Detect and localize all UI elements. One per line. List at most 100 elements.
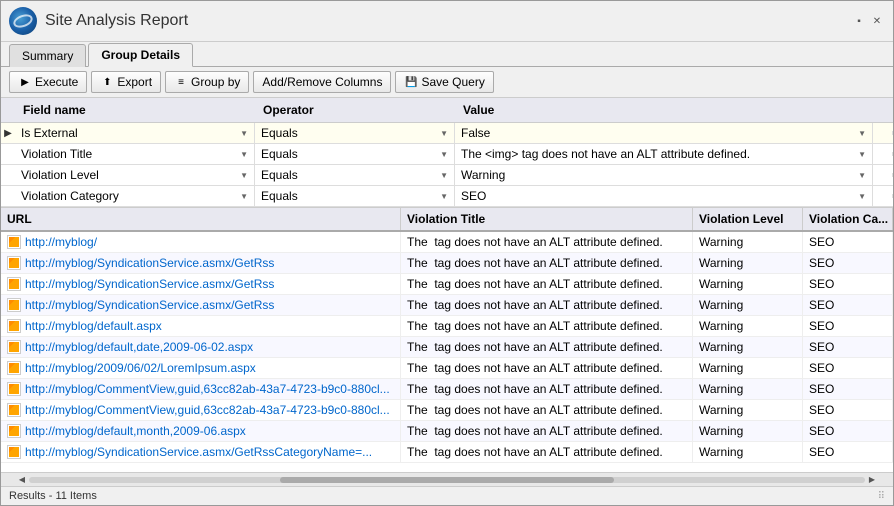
url-cell[interactable]: http://myblog/CommentView,guid,63cc82ab-…: [1, 400, 401, 420]
scroll-left-button[interactable]: ◀: [15, 473, 29, 487]
filter-operator-dropdown-0[interactable]: Equals ▼: [259, 125, 450, 141]
table-row[interactable]: http://myblog/default.aspx The tag does …: [1, 316, 893, 337]
url-icon: [7, 235, 21, 249]
table-row[interactable]: http://myblog/default,date,2009-06-02.as…: [1, 337, 893, 358]
url-link[interactable]: http://myblog/CommentView,guid,63cc82ab-…: [25, 382, 390, 396]
filter-value-dropdown-1[interactable]: The <img> tag does not have an ALT attri…: [459, 146, 868, 162]
filter-col-operator: Operator: [259, 101, 459, 119]
url-cell[interactable]: http://myblog/default,month,2009-06.aspx: [1, 421, 401, 441]
url-icon: [7, 361, 21, 375]
table-row[interactable]: http://myblog/CommentView,guid,63cc82ab-…: [1, 379, 893, 400]
close-button[interactable]: ✕: [869, 13, 885, 29]
results-col-category: Violation Ca...: [803, 208, 893, 230]
url-link[interactable]: http://myblog/SyndicationService.asmx/Ge…: [25, 256, 274, 270]
filter-operator-3[interactable]: Equals ▼: [255, 186, 455, 206]
filter-operator-dropdown-3[interactable]: Equals ▼: [259, 188, 450, 204]
horizontal-scrollbar[interactable]: ◀ ▶: [1, 472, 893, 486]
window-title: Site Analysis Report: [45, 12, 188, 30]
filter-field-dropdown-1[interactable]: Violation Title ▼: [19, 146, 250, 162]
violation-level-cell: Warning: [693, 400, 803, 420]
violation-category-cell: SEO: [803, 400, 893, 420]
url-icon: [7, 298, 21, 312]
url-link[interactable]: http://myblog/: [25, 235, 97, 249]
filter-field-3[interactable]: Violation Category ▼: [15, 186, 255, 206]
filter-field-1[interactable]: Violation Title ▼: [15, 144, 255, 164]
url-link[interactable]: http://myblog/SyndicationService.asmx/Ge…: [25, 277, 274, 291]
url-icon: [7, 319, 21, 333]
url-cell[interactable]: http://myblog/SyndicationService.asmx/Ge…: [1, 253, 401, 273]
violation-title-cell: The tag does not have an ALT attribute d…: [401, 253, 693, 273]
dropdown-arrow-icon: ▼: [240, 129, 248, 138]
tab-summary[interactable]: Summary: [9, 44, 86, 67]
table-row[interactable]: http://myblog/2009/06/02/LoremIpsum.aspx…: [1, 358, 893, 379]
table-row[interactable]: http://myblog/SyndicationService.asmx/Ge…: [1, 442, 893, 463]
filter-value-dropdown-3[interactable]: SEO ▼: [459, 188, 868, 204]
filter-value-dropdown-2[interactable]: Warning ▼: [459, 167, 868, 183]
filter-value-0[interactable]: False ▼: [455, 123, 873, 143]
filter-operator-0[interactable]: Equals ▼: [255, 123, 455, 143]
save-query-button[interactable]: 💾 Save Query: [395, 71, 493, 93]
url-cell[interactable]: http://myblog/default,date,2009-06-02.as…: [1, 337, 401, 357]
dropdown-arrow-icon: ▼: [858, 150, 866, 159]
window-controls: ▪ ✕: [851, 13, 885, 29]
resize-handle[interactable]: ⠿: [878, 491, 885, 502]
scroll-right-button[interactable]: ▶: [865, 473, 879, 487]
filter-field-dropdown-0[interactable]: Is External ▼: [19, 125, 250, 141]
table-row[interactable]: http://myblog/SyndicationService.asmx/Ge…: [1, 253, 893, 274]
table-row[interactable]: http://myblog/default,month,2009-06.aspx…: [1, 421, 893, 442]
scrollbar-track[interactable]: [29, 477, 865, 483]
tab-group-details[interactable]: Group Details: [88, 43, 193, 67]
violation-level-cell: Warning: [693, 337, 803, 357]
add-remove-columns-button[interactable]: Add/Remove Columns: [253, 71, 391, 93]
url-cell[interactable]: http://myblog/default.aspx: [1, 316, 401, 336]
filter-operator-dropdown-1[interactable]: Equals ▼: [259, 146, 450, 162]
url-cell[interactable]: http://myblog/SyndicationService.asmx/Ge…: [1, 442, 401, 462]
url-cell[interactable]: http://myblog/CommentView,guid,63cc82ab-…: [1, 379, 401, 399]
filter-operator-dropdown-2[interactable]: Equals ▼: [259, 167, 450, 183]
dropdown-arrow-icon: ▼: [240, 150, 248, 159]
export-button[interactable]: ⬆ Export: [91, 71, 161, 93]
filter-operator-1[interactable]: Equals ▼: [255, 144, 455, 164]
filter-field-dropdown-2[interactable]: Violation Level ▼: [19, 167, 250, 183]
results-table-body[interactable]: http://myblog/ The tag does not have an …: [1, 232, 893, 472]
url-link[interactable]: http://myblog/SyndicationService.asmx/Ge…: [25, 445, 372, 459]
violation-category-cell: SEO: [803, 421, 893, 441]
filter-field-0[interactable]: Is External ▼: [15, 123, 255, 143]
filter-operator-2[interactable]: Equals ▼: [255, 165, 455, 185]
filter-field-dropdown-3[interactable]: Violation Category ▼: [19, 188, 250, 204]
url-cell[interactable]: http://myblog/: [1, 232, 401, 252]
filter-value-3[interactable]: SEO ▼: [455, 186, 873, 206]
url-cell[interactable]: http://myblog/2009/06/02/LoremIpsum.aspx: [1, 358, 401, 378]
url-link[interactable]: http://myblog/2009/06/02/LoremIpsum.aspx: [25, 361, 256, 375]
url-link[interactable]: http://myblog/default.aspx: [25, 319, 162, 333]
url-cell[interactable]: http://myblog/SyndicationService.asmx/Ge…: [1, 274, 401, 294]
group-by-button[interactable]: ≡ Group by: [165, 71, 249, 93]
results-col-url: URL: [1, 208, 401, 230]
violation-category-cell: SEO: [803, 295, 893, 315]
page-icon: [9, 426, 19, 436]
url-link[interactable]: http://myblog/default,month,2009-06.aspx: [25, 424, 246, 438]
pin-button[interactable]: ▪: [851, 13, 867, 29]
filter-scroll-3: [873, 194, 893, 198]
filter-value-dropdown-0[interactable]: False ▼: [459, 125, 868, 141]
violation-title-cell: The tag does not have an ALT attribute d…: [401, 316, 693, 336]
url-link[interactable]: http://myblog/default,date,2009-06-02.as…: [25, 340, 253, 354]
execute-button[interactable]: ▶ Execute: [9, 71, 87, 93]
page-icon: [9, 405, 19, 415]
filter-scroll-2: [873, 173, 893, 177]
url-link[interactable]: http://myblog/CommentView,guid,63cc82ab-…: [25, 403, 390, 417]
filter-col-scroll: [869, 101, 889, 119]
violation-title-cell: The tag does not have an ALT attribute d…: [401, 379, 693, 399]
table-row[interactable]: http://myblog/ The tag does not have an …: [1, 232, 893, 253]
table-row[interactable]: http://myblog/SyndicationService.asmx/Ge…: [1, 274, 893, 295]
filter-value-2[interactable]: Warning ▼: [455, 165, 873, 185]
filter-value-1[interactable]: The <img> tag does not have an ALT attri…: [455, 144, 873, 164]
scrollbar-thumb[interactable]: [280, 477, 614, 483]
filter-field-2[interactable]: Violation Level ▼: [15, 165, 255, 185]
table-row[interactable]: http://myblog/CommentView,guid,63cc82ab-…: [1, 400, 893, 421]
table-row[interactable]: http://myblog/SyndicationService.asmx/Ge…: [1, 295, 893, 316]
url-icon: [7, 403, 21, 417]
url-cell[interactable]: http://myblog/SyndicationService.asmx/Ge…: [1, 295, 401, 315]
toolbar: ▶ Execute ⬆ Export ≡ Group by Add/Remove…: [1, 67, 893, 98]
url-link[interactable]: http://myblog/SyndicationService.asmx/Ge…: [25, 298, 274, 312]
